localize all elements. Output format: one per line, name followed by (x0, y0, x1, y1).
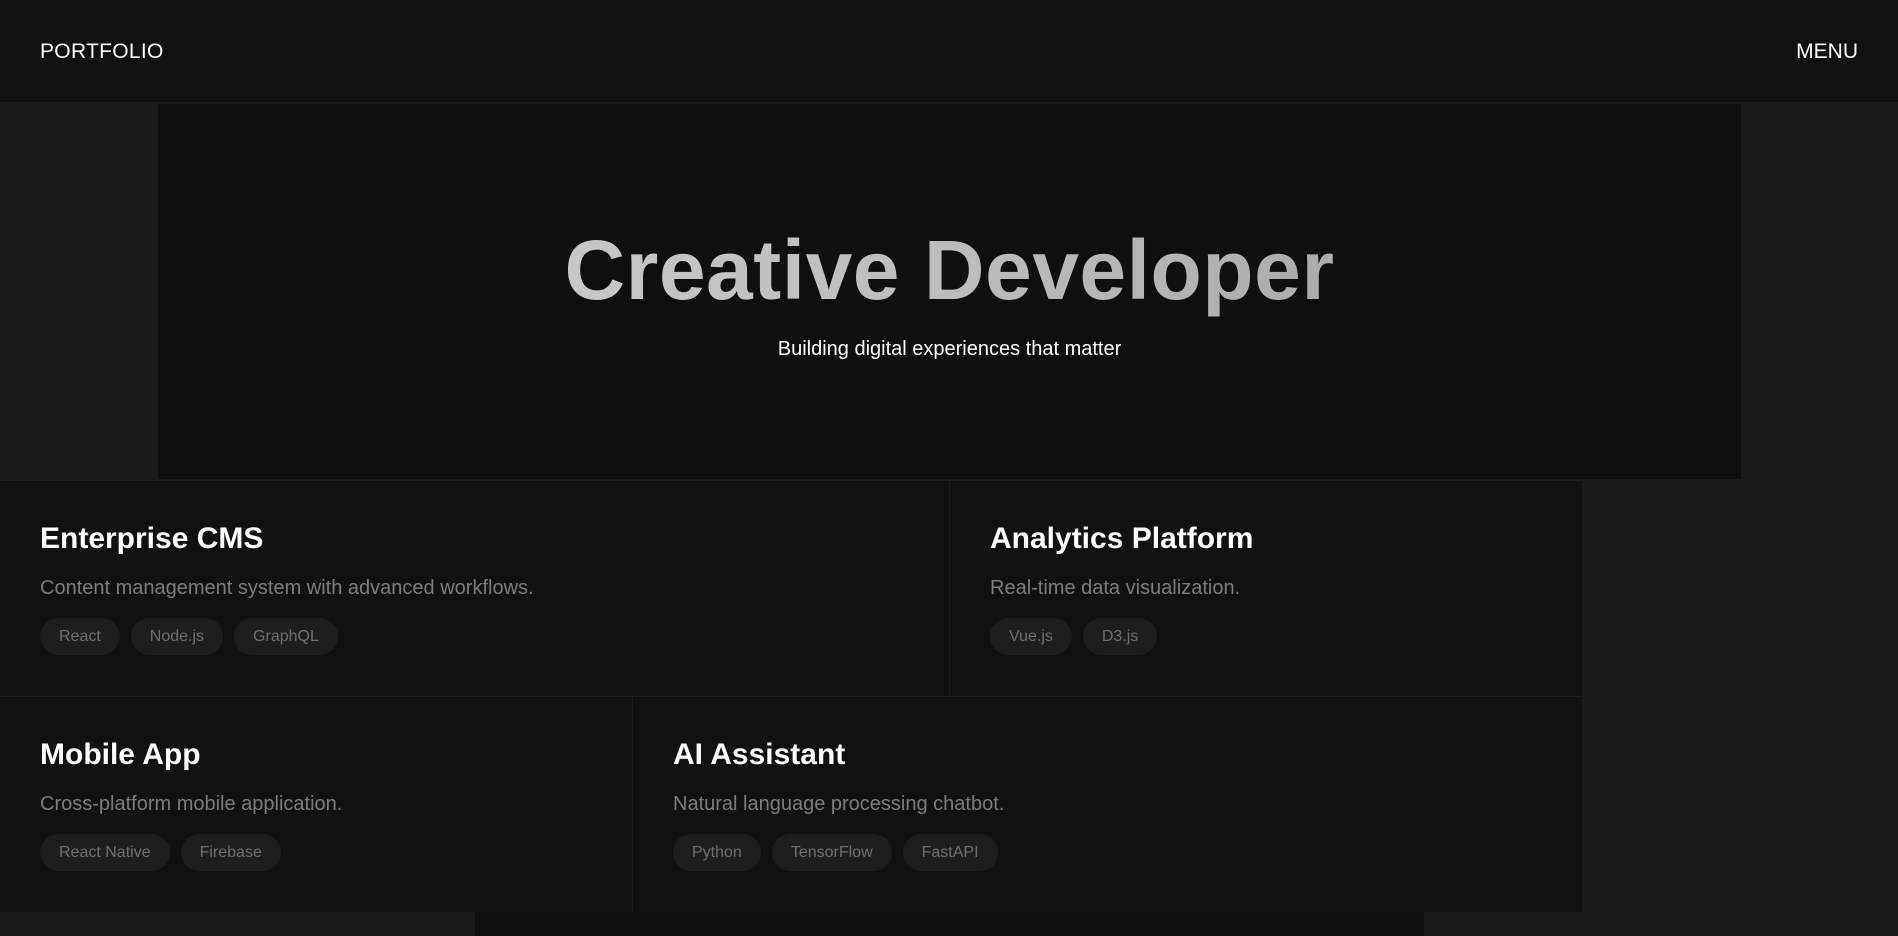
tag-list: Vue.js D3.js (990, 618, 1158, 655)
hero-title: Creative Developer (158, 222, 1741, 318)
tag-list: Python TensorFlow FastAPI (673, 834, 998, 871)
project-description: Natural language processing chatbot. (673, 793, 1005, 815)
tag-list: React Native Firebase (40, 834, 281, 871)
project-title: AI Assistant (673, 738, 846, 771)
tech-tag: Node.js (130, 618, 224, 655)
project-title: Analytics Platform (990, 522, 1254, 555)
tech-tag: GraphQL (234, 618, 338, 655)
project-title: Mobile App (40, 738, 201, 771)
hero-subtitle: Building digital experiences that matter (777, 338, 1122, 360)
hero-section: Creative Developer Building digital expe… (158, 104, 1741, 479)
next-section-edge (475, 912, 1424, 936)
project-card-enterprise-cms[interactable]: Enterprise CMS Content management system… (0, 480, 950, 697)
project-card-mobile-app[interactable]: Mobile App Cross-platform mobile applica… (0, 696, 633, 912)
tech-tag: Firebase (180, 834, 281, 871)
project-description: Content management system with advanced … (40, 577, 534, 599)
menu-button[interactable]: MENU (1796, 40, 1858, 64)
site-header: PORTFOLIO MENU (0, 0, 1898, 103)
tech-tag: D3.js (1082, 618, 1158, 655)
project-title: Enterprise CMS (40, 522, 264, 555)
tech-tag: Python (673, 834, 761, 871)
tech-tag: Vue.js (990, 618, 1072, 655)
tag-list: React Node.js GraphQL (40, 618, 338, 655)
project-card-analytics-platform[interactable]: Analytics Platform Real-time data visual… (950, 480, 1582, 697)
tech-tag: React Native (40, 834, 170, 871)
brand-logo-link[interactable]: PORTFOLIO (40, 40, 164, 64)
tech-tag: FastAPI (902, 834, 998, 871)
tech-tag: React (40, 618, 120, 655)
project-description: Cross-platform mobile application. (40, 793, 343, 815)
project-description: Real-time data visualization. (990, 577, 1241, 599)
tech-tag: TensorFlow (771, 834, 892, 871)
project-card-ai-assistant[interactable]: AI Assistant Natural language processing… (633, 696, 1582, 912)
